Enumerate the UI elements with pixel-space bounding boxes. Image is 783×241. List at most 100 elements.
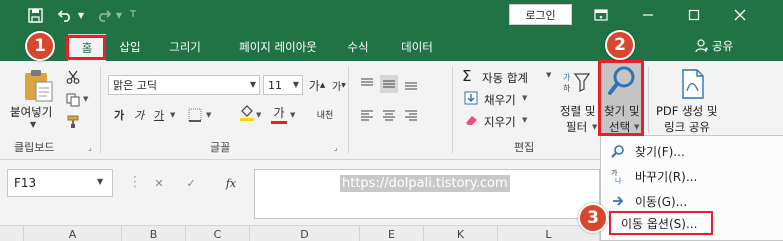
formula-bar: F13 ▼ ⋮ ✕ ✓ fx [0,160,600,225]
menu-item-goto-special[interactable]: 이동 옵션(S)... [609,211,713,235]
watermark-text: https://dolpali.tistory.com [340,175,510,192]
login-button[interactable]: 로그인 [509,4,572,25]
fill-button[interactable]: 채우기 [484,92,516,108]
tab-data[interactable]: 데이터 [392,36,442,58]
sort-filter-label-1[interactable]: 정렬 및 [560,103,595,119]
autosum-dropdown-icon[interactable]: ▼ [546,71,551,79]
confirm-entry-icon[interactable]: ✓ [182,174,200,192]
svg-text:가: 가 [563,73,571,82]
align-middle-icon[interactable] [380,75,398,93]
redo-dropdown-icon[interactable]: ▼ [114,5,124,25]
search-icon [601,144,635,158]
close-icon[interactable] [729,5,751,25]
borders-dropdown-icon[interactable]: ▼ [206,111,211,119]
save-icon[interactable] [24,5,46,25]
borders-icon[interactable] [186,106,204,124]
grow-font-icon[interactable]: 가 ▲ [308,76,326,94]
svg-text:하: 하 [563,83,571,93]
share-button[interactable]: 공유 [695,38,733,54]
clear-dropdown-icon[interactable]: ▼ [522,116,527,124]
column-header[interactable]: B [122,226,186,241]
pdf-icon [676,67,710,101]
italic-button[interactable]: 가 [130,106,148,124]
redo-icon[interactable] [92,5,114,25]
ribbon-display-options-icon[interactable] [590,5,612,25]
chevron-down-icon: ▼ [249,80,256,89]
maximize-icon[interactable] [683,5,705,25]
align-left-icon[interactable] [358,106,376,124]
phonetic-guide-button[interactable]: 내천 [312,105,338,123]
menu-item-label: 이동(G)... [635,194,688,209]
menu-item-replace[interactable]: 가나 바꾸기(R)... [601,164,783,188]
font-color-dropdown-icon[interactable]: ▼ [290,111,295,119]
shrink-font-icon[interactable]: 가 ▼ [330,76,348,94]
minimize-icon[interactable] [637,5,659,25]
column-header[interactable]: C [186,226,250,241]
copy-dropdown-icon[interactable]: ▼ [83,95,88,103]
name-box-dropdown-icon[interactable]: ▼ [97,177,103,186]
title-bar: ▼ ▼ ⊤ 로그인 [0,0,783,30]
chevron-down-icon: ▼ [292,80,299,89]
font-group-label: 글꼴 [210,141,231,154]
tab-formulas[interactable]: 수식 [340,36,376,58]
align-center-icon[interactable] [380,106,398,124]
sort-filter-icon: 가하 [560,67,592,99]
column-header[interactable]: K [424,226,498,241]
ribbon-tab-row: 홈 삽입 그리기 페이지 레이아웃 수식 데이터 공유 [0,30,783,61]
insert-function-button[interactable]: fx [222,174,240,192]
column-header[interactable]: D [250,226,360,241]
copy-icon[interactable] [64,91,82,109]
format-painter-icon[interactable] [64,113,82,131]
step-badge-3: 3 [578,203,608,233]
undo-dropdown-icon[interactable]: ▼ [76,5,86,25]
select-all-corner[interactable] [0,226,24,241]
paste-label[interactable]: 붙여넣기 [10,104,52,120]
find-select-menu: 찾기(F)... 가나 바꾸기(R)... 이동(G)... 이동 옵션(S).… [600,135,783,241]
column-header[interactable]: A [24,226,122,241]
clear-button[interactable]: 지우기 [484,114,516,130]
tab-insert[interactable]: 삽입 [112,36,148,58]
group-divider [648,67,649,133]
pdf-label-2[interactable]: 링크 공유 [664,119,710,135]
editing-group-label: 편집 [514,141,535,154]
step-badge-1: 1 [25,31,55,61]
clipboard-launcher-icon[interactable]: ⌟ [88,143,92,152]
column-header[interactable]: E [360,226,424,241]
fill-down-icon [464,91,478,108]
align-top-icon[interactable] [358,75,376,93]
autosum-icon: Σ [462,67,472,85]
pdf-label-1[interactable]: PDF 생성 및 [656,103,717,119]
customize-qat-icon[interactable]: ⊤ [126,5,140,25]
font-color-button[interactable]: 가 [270,103,288,121]
cancel-entry-icon[interactable]: ✕ [150,174,168,192]
column-headers: A B C D E K L [0,225,600,241]
highlight-home-tab [66,35,106,60]
fill-color-icon[interactable] [238,104,256,122]
align-right-icon[interactable] [402,106,420,124]
fill-dropdown-icon[interactable]: ▼ [522,94,527,102]
svg-text:가: 가 [611,168,618,177]
fill-color-dropdown-icon[interactable]: ▼ [256,111,261,119]
menu-item-label: 바꾸기(R)... [635,169,698,184]
menu-item-find[interactable]: 찾기(F)... [601,139,783,163]
tab-page-layout[interactable]: 페이지 레이아웃 [224,36,332,58]
replace-icon: 가나 [601,168,635,184]
sort-filter-dropdown-icon[interactable]: ▼ [592,123,597,131]
paste-icon[interactable] [18,67,58,103]
cut-icon[interactable] [64,68,82,86]
underline-button[interactable]: 가 [150,106,168,124]
menu-item-goto[interactable]: 이동(G)... [601,189,783,213]
step-badge-2: 2 [605,30,635,60]
font-size-combo[interactable]: 11 ▼ [263,75,303,95]
sort-filter-label-2[interactable]: 필터 [566,119,587,135]
svg-text:나: 나 [615,176,622,184]
underline-dropdown-icon[interactable]: ▼ [170,111,175,119]
autosum-button[interactable]: 자동 합계 [482,70,528,86]
font-launcher-icon[interactable]: ⌟ [334,143,338,152]
font-name-combo[interactable]: 맑은 고딕 ▼ [108,75,260,95]
paste-dropdown-icon[interactable]: ▼ [30,120,36,129]
undo-icon[interactable] [54,5,76,25]
align-bottom-icon[interactable] [402,75,420,93]
tab-draw[interactable]: 그리기 [160,36,210,58]
bold-button[interactable]: 가 [110,106,128,124]
